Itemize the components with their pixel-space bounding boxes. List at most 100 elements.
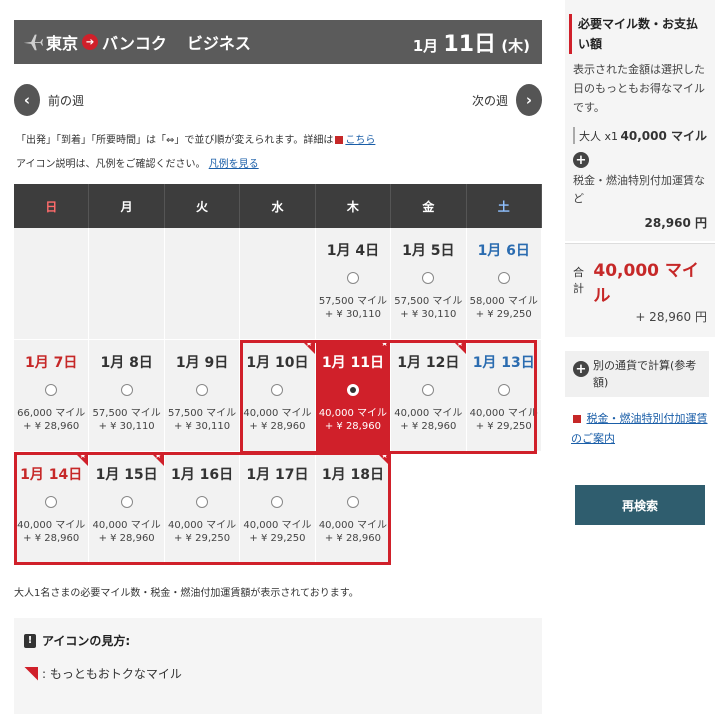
required-miles: 57,500 マイル (394, 296, 463, 307)
calendar-day-cell[interactable]: ★ 1月 14日 40,000 マイル + ¥ 28,960 (14, 452, 90, 563)
summary-box: 必要マイル数・お支払い額 表示された金額は選択した日のもっともお得なマイルです。… (565, 0, 715, 241)
next-week-button[interactable]: › (516, 84, 542, 116)
date-radio[interactable] (120, 496, 133, 508)
star-icon: ★ (380, 339, 389, 348)
date-radio[interactable] (271, 496, 284, 508)
date-radio[interactable] (346, 272, 359, 284)
date-radio[interactable] (497, 384, 510, 396)
required-miles: 58,000 マイル (469, 296, 538, 307)
calendar-day-cell[interactable]: 1月 9日 57,500 マイル + ¥ 30,110 (164, 340, 241, 451)
tax-amount: + ¥ 28,960 (324, 421, 381, 432)
other-currency-button[interactable]: + 別の通貨で計算(参考額) (565, 351, 709, 397)
document-icon (573, 415, 581, 423)
weekday-header: 日 (14, 184, 90, 228)
day-label: 1月 15日 (95, 467, 158, 483)
tax-amount: + ¥ 28,960 (249, 421, 306, 432)
calendar-empty-cell (466, 452, 542, 563)
date-radio[interactable] (45, 496, 58, 508)
prev-week-button[interactable]: ‹ (14, 84, 40, 116)
weekday-header: 月 (89, 184, 165, 228)
next-week-label[interactable]: 次の週 (472, 92, 508, 109)
weekday-header: 金 (391, 184, 467, 228)
date-radio[interactable] (497, 272, 510, 284)
tax-amount: + ¥ 30,110 (324, 309, 381, 320)
price-note: 大人1名さまの必要マイル数・税金・燃油付加運賃額が表示されております。 (14, 588, 359, 599)
required-miles: 40,000 マイル (469, 408, 538, 419)
calendar-day-cell[interactable]: 1月 16日 40,000 マイル + ¥ 29,250 (164, 452, 241, 563)
calendar-empty-cell (240, 228, 316, 339)
calendar-day-cell[interactable]: 1月 17日 40,000 マイル + ¥ 29,250 (240, 452, 316, 563)
tax-amount: + ¥ 29,250 (475, 309, 532, 320)
tax-amount: + ¥ 29,250 (174, 533, 231, 544)
week-navigation: ‹ 前の週 次の週 › (14, 84, 542, 116)
tax-amount: + ¥ 29,250 (475, 421, 532, 432)
date-radio[interactable] (422, 272, 435, 284)
legend-title: アイコンの見方: (42, 634, 131, 648)
day-label: 1月 6日 (477, 243, 530, 259)
day-label: 1月 11日 (321, 355, 384, 371)
calendar-day-cell[interactable]: ★ 1月 12日 40,000 マイル + ¥ 28,960 (391, 339, 467, 451)
calendar-empty-cell (14, 228, 90, 339)
weekday-header: 火 (165, 184, 241, 228)
required-miles: 57,500 マイル (318, 296, 387, 307)
tax-amount: + ¥ 30,110 (98, 421, 155, 432)
tax-amount: + ¥ 30,110 (400, 309, 457, 320)
calendar-empty-cell (89, 228, 165, 339)
legend-item-best: : もっともおトクなマイル (24, 665, 532, 682)
date-radio[interactable] (271, 384, 284, 396)
total-label: 合計 (573, 266, 584, 295)
calendar-day-cell[interactable]: 1月 13日 40,000 マイル + ¥ 29,250 (466, 340, 542, 451)
calendar-day-cell[interactable]: 1月 8日 57,500 マイル + ¥ 30,110 (89, 340, 165, 451)
icon-legend: ! アイコンの見方: : もっともおトクなマイル (14, 618, 542, 714)
calendar-day-cell[interactable]: 1月 5日 57,500 マイル + ¥ 30,110 (391, 228, 467, 339)
star-icon: ★ (456, 339, 464, 348)
payment-summary-sidebar: 必要マイル数・お支払い額 表示された金額は選択した日のもっともお得なマイルです。… (565, 0, 715, 723)
date-radio[interactable] (422, 384, 435, 396)
date-radio[interactable] (346, 384, 359, 396)
day-label: 1月 12日 (397, 355, 460, 371)
required-miles: 66,000 マイル (17, 408, 86, 419)
weekday-header: 木 (316, 184, 392, 228)
prev-week-label[interactable]: 前の週 (48, 92, 84, 109)
star-icon: ★ (380, 451, 389, 460)
legend-link[interactable]: 凡例を見る (209, 159, 259, 170)
tax-amount: + ¥ 28,960 (98, 533, 155, 544)
date-radio[interactable] (196, 384, 209, 396)
required-miles: 40,000 マイル (243, 408, 312, 419)
required-miles: 40,000 マイル (318, 520, 387, 531)
sort-help-text: 「出発」「到着」「所要時間」は「⇔」で並び順が変えられます。詳細は こちら (16, 135, 376, 146)
adult-miles-line: 大人 x1 40,000 マイル (573, 127, 707, 144)
research-button[interactable]: 再検索 (575, 485, 705, 525)
route-origin: 東京 (46, 34, 79, 53)
best-fare-ribbon-icon (24, 666, 38, 681)
day-label: 1月 14日 (20, 467, 83, 483)
calendar-day-cell[interactable]: 1月 7日 66,000 マイル + ¥ 28,960 (14, 340, 90, 451)
date-radio[interactable] (120, 384, 133, 396)
plus-icon: + (573, 361, 589, 377)
weekday-header: 土 (467, 184, 542, 228)
date-radio[interactable] (196, 496, 209, 508)
required-miles: 57,500 マイル (167, 408, 237, 419)
airplane-icon (23, 34, 44, 51)
calendar-day-cell[interactable]: ★ 1月 10日 40,000 マイル + ¥ 28,960 (240, 339, 316, 451)
arrow-right-icon: ➔ (82, 34, 99, 50)
document-icon (335, 136, 344, 144)
plus-icon: + (573, 152, 589, 168)
fee-info-link[interactable]: 税金・燃油特別付加運賃のご案内 (565, 409, 715, 449)
date-radio[interactable] (346, 496, 359, 508)
calendar-day-cell[interactable]: ★ 1月 15日 40,000 マイル + ¥ 28,960 (89, 452, 165, 563)
calendar-day-cell[interactable]: ★ 1月 11日 40,000 マイル + ¥ 28,960 (315, 339, 392, 451)
fare-calendar: 日月火水木金土 1月 4日 57,500 マイル + ¥ 30,110 1月 5日 57… (14, 184, 542, 564)
calendar-day-cell[interactable]: 1月 6日 58,000 マイル + ¥ 29,250 (466, 228, 542, 339)
calendar-day-cell[interactable]: ★ 1月 18日 40,000 マイル + ¥ 28,960 (315, 451, 392, 563)
date-radio[interactable] (45, 384, 58, 396)
route-header: 東京 ➔ バンコク ビジネス 1月 11日 (木) (14, 20, 542, 64)
tax-amount: + ¥ 28,960 (324, 533, 381, 544)
day-label: 1月 8日 (100, 355, 153, 371)
sort-help-link[interactable]: こちら (345, 135, 375, 146)
day-label: 1月 9日 (175, 355, 229, 371)
star-icon: ★ (305, 339, 313, 348)
day-label: 1月 16日 (171, 467, 234, 483)
calendar-day-cell[interactable]: 1月 4日 57,500 マイル + ¥ 30,110 (315, 228, 392, 339)
info-icon: ! (24, 633, 36, 648)
